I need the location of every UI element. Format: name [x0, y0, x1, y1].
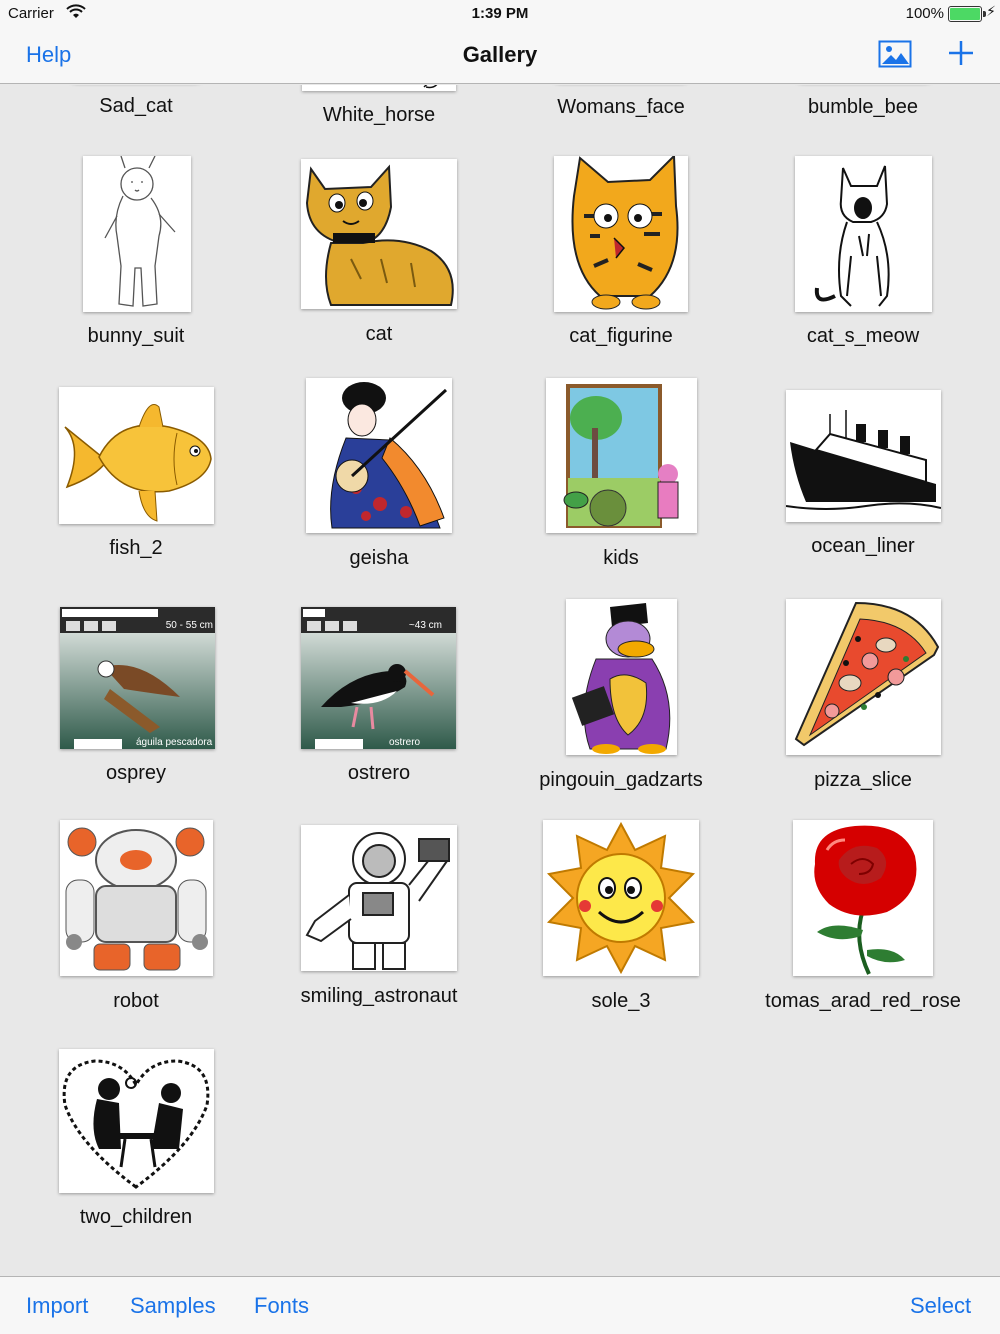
help-button[interactable]: Help	[26, 42, 71, 68]
gallery-item-label: Sad_cat	[99, 95, 173, 117]
import-button[interactable]: Import	[26, 1293, 88, 1319]
battery-percent: 100%	[905, 5, 944, 22]
gallery-grid[interactable]: Sad_cat White_horse Womans_face bumble_b…	[0, 85, 1000, 1275]
battery-icon	[948, 6, 986, 22]
fonts-button[interactable]: Fonts	[254, 1293, 309, 1319]
image-icon[interactable]	[878, 40, 912, 73]
bottom-toolbar: Import Samples Fonts Select	[0, 1276, 1000, 1334]
thumbnail-tomas-arad-red-rose[interactable]	[793, 820, 933, 976]
thumbnail-cat-figurine[interactable]	[554, 156, 688, 312]
gallery-item-label: ocean_liner	[811, 535, 915, 557]
gallery-item-label: sole_3	[591, 990, 651, 1012]
gallery-item-label: Womans_face	[557, 96, 685, 118]
thumbnail-kids[interactable]	[546, 378, 697, 533]
gallery-item-label: pingouin_gadzarts	[539, 769, 703, 791]
gallery-item-label: cat_figurine	[569, 325, 673, 347]
thumbnail-robot[interactable]	[60, 820, 213, 976]
status-bar: Carrier 1:39 PM 100% ⚡	[0, 0, 1000, 28]
gallery-item-label: tomas_arad_red_rose	[765, 990, 961, 1012]
thumbnail-bunny-suit[interactable]	[83, 156, 191, 312]
add-icon[interactable]	[946, 38, 976, 73]
gallery-item-label: two_children	[79, 1206, 193, 1228]
gallery-item-label: bunny_suit	[87, 325, 185, 347]
thumbnail-cat[interactable]	[301, 159, 457, 309]
gallery-item-label: fish_2	[109, 537, 163, 559]
navigation-bar: Help Gallery	[0, 28, 1000, 84]
thumbnail-fish-2[interactable]	[59, 387, 214, 524]
thumbnail-cat-s-meow[interactable]	[795, 156, 932, 312]
thumbnail-sole-3[interactable]	[543, 820, 699, 976]
gallery-item-label: ostrero	[347, 762, 411, 784]
gallery-item-label: osprey	[105, 762, 167, 784]
thumbnail-geisha[interactable]	[306, 378, 452, 533]
thumbnail-smiling-astronaut[interactable]	[301, 825, 457, 971]
thumbnail-pizza-slice[interactable]	[786, 599, 941, 755]
gallery-item-label: pizza_slice	[814, 769, 912, 791]
thumbnail-ostrero[interactable]: ~43 cm ostrero	[301, 607, 456, 749]
species-caption: águila pescadora	[136, 737, 213, 748]
thumbnail-osprey[interactable]: 50 - 55 cm águila pescadora	[60, 607, 215, 749]
gallery-item-label: bumble_bee	[807, 96, 919, 118]
clock: 1:39 PM	[471, 5, 529, 22]
thumbnail-two-children[interactable]	[59, 1049, 214, 1193]
size-caption: 50 - 55 cm	[165, 620, 213, 631]
gallery-item-label: geisha	[349, 547, 409, 569]
size-caption: ~43 cm	[408, 620, 442, 631]
thumbnail-ocean-liner[interactable]	[786, 390, 941, 522]
samples-button[interactable]: Samples	[130, 1293, 216, 1319]
gallery-item-label: kids	[603, 547, 639, 569]
gallery-item-label: White_horse	[322, 104, 436, 126]
thumbnail-pingouin-gadzarts[interactable]	[566, 599, 677, 755]
gallery-item-label: robot	[113, 990, 159, 1012]
gallery-item-label: smiling_astronaut	[300, 985, 458, 1007]
species-caption: ostrero	[389, 737, 421, 748]
thumbnail-white-horse[interactable]	[302, 85, 456, 91]
charging-icon: ⚡	[986, 3, 996, 19]
page-title: Gallery	[462, 42, 538, 67]
gallery-item-label: cat_s_meow	[806, 325, 920, 347]
gallery-item-label: cat	[365, 323, 393, 345]
select-button[interactable]: Select	[910, 1293, 971, 1319]
